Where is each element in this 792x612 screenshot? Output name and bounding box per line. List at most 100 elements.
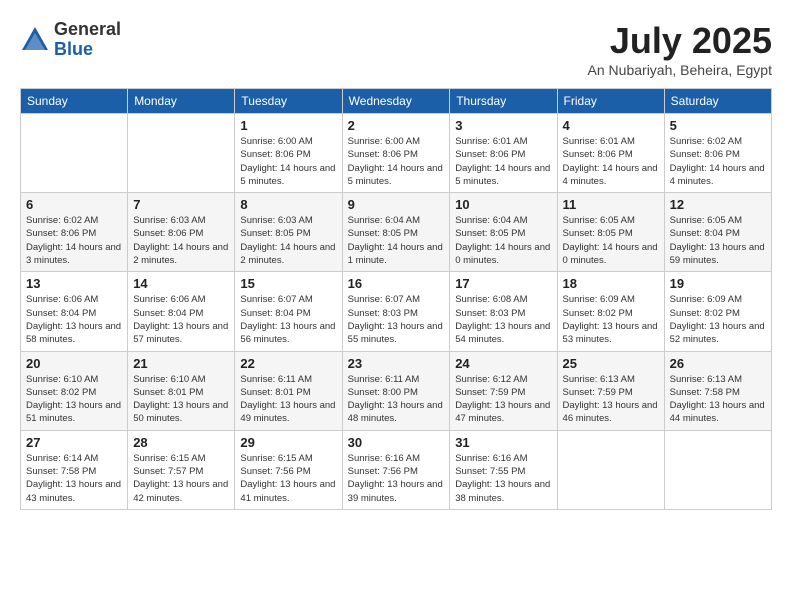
header-cell-tuesday: Tuesday [235,89,342,114]
page-header: General Blue July 2025 An Nubariyah, Beh… [20,20,772,78]
day-info: Sunrise: 6:16 AMSunset: 7:55 PMDaylight:… [455,452,551,505]
day-cell: 23Sunrise: 6:11 AMSunset: 8:00 PMDayligh… [342,351,450,430]
day-cell: 19 Sunrise: 6:09 AMSunset: 8:02 PMDayligh… [664,272,771,351]
week-row-4: 20 Sunrise: 6:10 AMSunset: 8:02 PMDayligh… [21,351,772,430]
day-number: 21 [133,356,229,371]
day-number: 24 [455,356,551,371]
day-cell: 3 Sunrise: 6:01 AMSunset: 8:06 PMDaylight… [450,114,557,193]
day-info: Sunrise: 6:02 AMSunset: 8:06 PMDaylight:… [670,135,766,188]
day-number: 5 [670,118,766,133]
day-number: 28 [133,435,229,450]
day-cell: 6 Sunrise: 6:02 AMSunset: 8:06 PMDaylight… [21,193,128,272]
day-cell: 16Sunrise: 6:07 AMSunset: 8:03 PMDayligh… [342,272,450,351]
day-info: Sunrise: 6:03 AMSunset: 8:05 PMDaylight:… [240,214,336,267]
day-number: 22 [240,356,336,371]
day-cell: 1Sunrise: 6:00 AMSunset: 8:06 PMDaylight… [235,114,342,193]
day-number: 16 [348,276,445,291]
day-cell: 13Sunrise: 6:06 AMSunset: 8:04 PMDayligh… [21,272,128,351]
day-number: 25 [563,356,659,371]
day-number: 27 [26,435,122,450]
day-cell: 17Sunrise: 6:08 AMSunset: 8:03 PMDayligh… [450,272,557,351]
logo: General Blue [20,20,121,60]
day-info: Sunrise: 6:11 AMSunset: 8:01 PMDaylight:… [240,373,336,426]
day-info: Sunrise: 6:00 AMSunset: 8:06 PMDaylight:… [348,135,445,188]
day-info: Sunrise: 6:03 AMSunset: 8:06 PMDaylight:… [133,214,229,267]
day-cell [557,430,664,509]
day-cell: 12Sunrise: 6:05 AMSunset: 8:04 PMDayligh… [664,193,771,272]
day-number: 8 [240,197,336,212]
calendar-table: SundayMondayTuesdayWednesdayThursdayFrid… [20,88,772,510]
day-info: Sunrise: 6:10 AMSunset: 8:02 PMDaylight:… [26,373,122,426]
header-cell-friday: Friday [557,89,664,114]
week-row-2: 6 Sunrise: 6:02 AMSunset: 8:06 PMDaylight… [21,193,772,272]
logo-icon [20,25,50,55]
day-number: 1 [240,118,336,133]
month-title: July 2025 [588,20,772,62]
day-info: Sunrise: 6:05 AMSunset: 8:04 PMDaylight:… [670,214,766,267]
header-cell-thursday: Thursday [450,89,557,114]
day-cell [664,430,771,509]
day-info: Sunrise: 6:08 AMSunset: 8:03 PMDaylight:… [455,293,551,346]
day-cell: 30 Sunrise: 6:16 AMSunset: 7:56 PMDayligh… [342,430,450,509]
day-cell [21,114,128,193]
day-cell: 11Sunrise: 6:05 AMSunset: 8:05 PMDayligh… [557,193,664,272]
day-number: 18 [563,276,659,291]
day-cell: 31 Sunrise: 6:16 AMSunset: 7:55 PMDayligh… [450,430,557,509]
day-info: Sunrise: 6:09 AMSunset: 8:02 PMDaylight:… [670,293,766,346]
title-area: July 2025 An Nubariyah, Beheira, Egypt [588,20,772,78]
day-number: 11 [563,197,659,212]
day-info: Sunrise: 6:15 AMSunset: 7:57 PMDaylight:… [133,452,229,505]
header-cell-saturday: Saturday [664,89,771,114]
day-cell: 22 Sunrise: 6:11 AMSunset: 8:01 PMDayligh… [235,351,342,430]
day-cell: 26Sunrise: 6:13 AMSunset: 7:58 PMDayligh… [664,351,771,430]
day-info: Sunrise: 6:01 AMSunset: 8:06 PMDaylight:… [455,135,551,188]
day-number: 26 [670,356,766,371]
day-cell: 24Sunrise: 6:12 AMSunset: 7:59 PMDayligh… [450,351,557,430]
day-info: Sunrise: 6:16 AMSunset: 7:56 PMDaylight:… [348,452,445,505]
day-number: 9 [348,197,445,212]
day-cell: 15Sunrise: 6:07 AMSunset: 8:04 PMDayligh… [235,272,342,351]
day-cell: 27 Sunrise: 6:14 AMSunset: 7:58 PMDayligh… [21,430,128,509]
day-info: Sunrise: 6:06 AMSunset: 8:04 PMDaylight:… [26,293,122,346]
day-number: 10 [455,197,551,212]
location: An Nubariyah, Beheira, Egypt [588,62,772,78]
header-cell-sunday: Sunday [21,89,128,114]
day-cell: 18 Sunrise: 6:09 AMSunset: 8:02 PMDayligh… [557,272,664,351]
day-cell: 2Sunrise: 6:00 AMSunset: 8:06 PMDaylight… [342,114,450,193]
header-row: SundayMondayTuesdayWednesdayThursdayFrid… [21,89,772,114]
header-cell-wednesday: Wednesday [342,89,450,114]
day-cell: 8 Sunrise: 6:03 AMSunset: 8:05 PMDaylight… [235,193,342,272]
day-cell: 20 Sunrise: 6:10 AMSunset: 8:02 PMDayligh… [21,351,128,430]
day-info: Sunrise: 6:04 AMSunset: 8:05 PMDaylight:… [455,214,551,267]
day-number: 4 [563,118,659,133]
day-info: Sunrise: 6:13 AMSunset: 7:59 PMDaylight:… [563,373,659,426]
day-cell: 29Sunrise: 6:15 AMSunset: 7:56 PMDayligh… [235,430,342,509]
day-number: 6 [26,197,122,212]
day-number: 14 [133,276,229,291]
day-info: Sunrise: 6:09 AMSunset: 8:02 PMDaylight:… [563,293,659,346]
week-row-5: 27 Sunrise: 6:14 AMSunset: 7:58 PMDayligh… [21,430,772,509]
day-number: 29 [240,435,336,450]
day-info: Sunrise: 6:02 AMSunset: 8:06 PMDaylight:… [26,214,122,267]
day-number: 23 [348,356,445,371]
day-number: 19 [670,276,766,291]
day-info: Sunrise: 6:07 AMSunset: 8:04 PMDaylight:… [240,293,336,346]
day-number: 3 [455,118,551,133]
day-cell: 10 Sunrise: 6:04 AMSunset: 8:05 PMDayligh… [450,193,557,272]
day-number: 20 [26,356,122,371]
week-row-3: 13Sunrise: 6:06 AMSunset: 8:04 PMDayligh… [21,272,772,351]
logo-text: General Blue [54,20,121,60]
day-cell: 4Sunrise: 6:01 AMSunset: 8:06 PMDaylight… [557,114,664,193]
day-number: 7 [133,197,229,212]
day-cell: 7 Sunrise: 6:03 AMSunset: 8:06 PMDaylight… [128,193,235,272]
day-info: Sunrise: 6:10 AMSunset: 8:01 PMDaylight:… [133,373,229,426]
week-row-1: 1 Sunrise: 6:00 AMSunset: 8:06 PMDaylight… [21,114,772,193]
day-number: 30 [348,435,445,450]
day-cell: 21 Sunrise: 6:10 AMSunset: 8:01 PMDayligh… [128,351,235,430]
day-number: 31 [455,435,551,450]
header-cell-monday: Monday [128,89,235,114]
day-cell: 14Sunrise: 6:06 AMSunset: 8:04 PMDayligh… [128,272,235,351]
day-info: Sunrise: 6:14 AMSunset: 7:58 PMDaylight:… [26,452,122,505]
day-cell [128,114,235,193]
day-cell: 28 Sunrise: 6:15 AMSunset: 7:57 PMDayligh… [128,430,235,509]
